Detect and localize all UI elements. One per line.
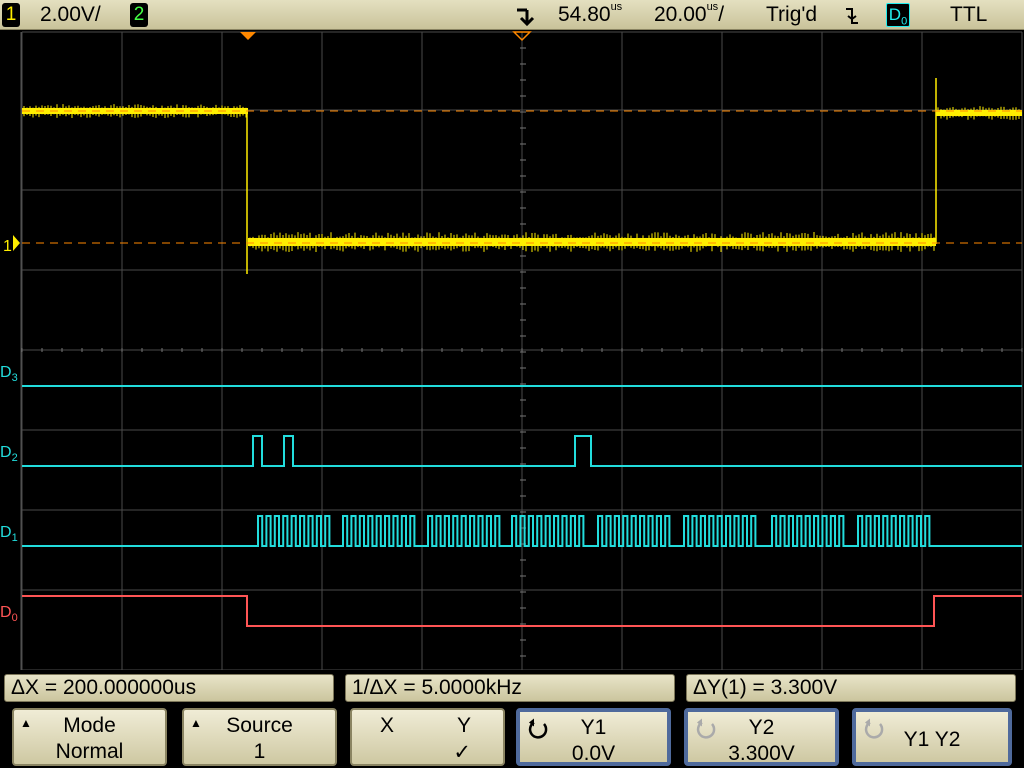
source-label: Source [226,714,293,737]
delta-y-readout: ΔY(1) = 3.300V [686,674,1016,702]
y1-label: Y1 [580,716,607,739]
waveform-display[interactable]: 1 D3 D2 D1 D0 [0,30,1024,670]
status-bar: 1 2.00V/ 2 54.80us 20.00us/ Trig'd D0 TT… [0,0,1024,30]
delta-x-readout: ΔX = 200.000000us [4,674,334,702]
d0-label: D0 [0,604,18,624]
xy-softkey[interactable]: X Y ✓ [350,708,505,766]
d1-label-letter: D [0,524,12,541]
y2-value: 3.300V [728,742,795,765]
y-label: Y [456,714,471,737]
delay-readout: 54.80us [558,1,623,27]
channel-1-ground-marker [13,235,20,251]
trigger-level: TTL [950,3,988,26]
delay-value: 54.80 [558,3,611,26]
d3-label-sub: 3 [11,372,18,385]
delay-unit: us [610,1,623,13]
d2-label: D2 [0,444,18,464]
source-softkey[interactable]: ▲ Source 1 [182,708,337,766]
timebase-readout: 20.00us/ [654,1,725,27]
d1-label: D1 [0,524,18,544]
y-check: ✓ [453,741,471,764]
y2-label: Y2 [748,716,775,739]
graticule [20,31,1023,670]
y1-y2-softkey[interactable]: Y1 Y2 [852,708,1012,766]
trigger-status: Trig'd [766,3,818,26]
y1-y2-label: Y1 Y2 [903,728,961,751]
channel-1-indicator[interactable]: 1 [2,3,20,27]
d3-label-letter: D [0,364,12,381]
trigger-source-sub: 0 [901,15,908,28]
mode-softkey[interactable]: ▲ Mode Normal [12,708,167,766]
y1-value: 0.0V [571,742,616,765]
mode-value: Normal [55,740,124,763]
channel-1-ground-label: 1 [3,238,12,256]
d2-label-sub: 2 [11,452,18,465]
trigger-source-letter: D [888,5,902,24]
y1-softkey[interactable]: Y1 0.0V [516,708,671,766]
markers [13,31,1022,251]
channel-1-ground-number: 1 [3,238,12,255]
timebase-value: 20.00 [654,3,707,26]
trigger-source[interactable]: D0 [886,3,910,27]
timebase-unit: us [706,1,719,13]
inverse-delta-x-readout: 1/ΔX = 5.0000kHz [345,674,675,702]
timebase-slash: / [718,3,725,26]
source-value: 1 [253,740,266,763]
d0-label-sub: 0 [11,612,18,625]
d2-label-letter: D [0,444,12,461]
d0-label-letter: D [0,604,12,621]
mode-label: Mode [63,714,116,737]
channel-2-indicator[interactable]: 2 [130,3,148,27]
softkey-bar: ▲ Mode Normal ▲ Source 1 X Y ✓ Y1 0.0V Y… [0,704,1024,768]
d1-label-sub: 1 [11,532,18,545]
trigger-arrow-icon [517,8,535,27]
channel-1-scale: 2.00V/ [40,3,101,26]
d3-label: D3 [0,364,18,384]
falling-edge-icon [846,8,858,24]
x-label: X [380,714,395,737]
cursor-x1-marker [240,32,256,40]
y2-softkey[interactable]: Y2 3.300V [684,708,839,766]
waveform-canvas [13,31,1023,670]
